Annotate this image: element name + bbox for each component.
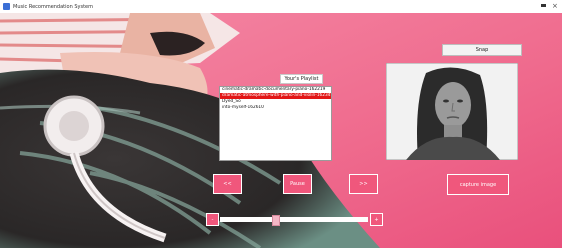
volume-slider-track[interactable]	[220, 217, 368, 222]
minimize-button[interactable]	[540, 2, 547, 11]
pause-button[interactable]: Pause	[283, 174, 312, 194]
app-window: Music Recommendation System × Your's Pla…	[0, 0, 562, 248]
playlist-listbox[interactable]: cinematic-dramatic-documentary-piano-162…	[219, 86, 332, 161]
app-icon	[3, 3, 10, 10]
volume-up-button[interactable]: +	[370, 213, 383, 226]
previous-button[interactable]: <<	[213, 174, 242, 194]
webcam-feed	[385, 62, 519, 161]
title-bar: Music Recommendation System ×	[0, 0, 562, 13]
next-button[interactable]: >>	[349, 174, 378, 194]
window-title: Music Recommendation System	[13, 3, 93, 10]
close-button[interactable]: ×	[552, 2, 558, 10]
volume-slider-handle[interactable]	[272, 215, 281, 226]
playlist-title: Your's Playlist	[280, 74, 323, 84]
snap-button[interactable]: Snap	[442, 44, 522, 56]
captured-face-image	[385, 62, 519, 161]
capture-image-button[interactable]: capture image	[447, 174, 509, 195]
playlist-items: cinematic-dramatic-documentary-piano-162…	[220, 87, 331, 111]
minimize-icon	[541, 4, 546, 7]
volume-down-button[interactable]: -	[206, 213, 219, 226]
playlist-item[interactable]: into-myself-162610	[220, 105, 331, 111]
